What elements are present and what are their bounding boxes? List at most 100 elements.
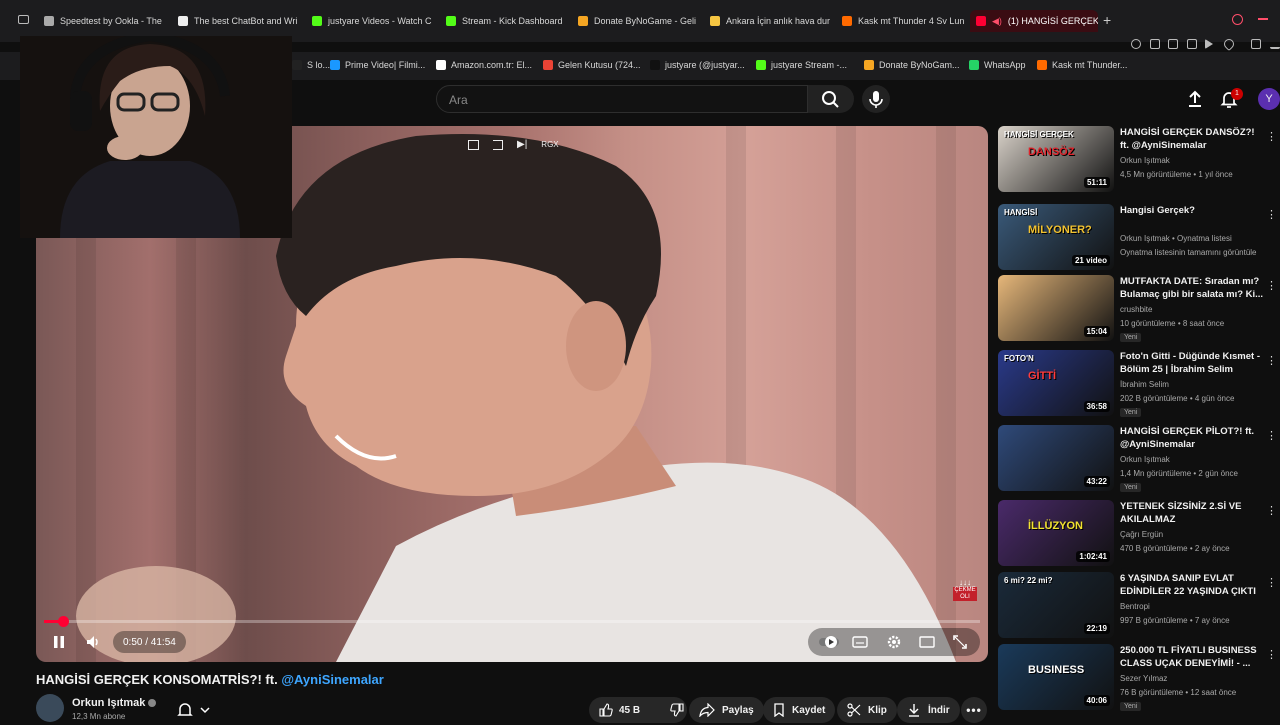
channel-name[interactable]: İbrahim Selim — [1120, 380, 1270, 389]
channel-avatar[interactable] — [36, 694, 64, 722]
search-button[interactable] — [808, 85, 854, 113]
notification-bell-button[interactable] — [176, 700, 214, 720]
video-thumbnail[interactable]: 6 mi? 22 mi? 22:19 — [998, 572, 1114, 638]
bookmark-item[interactable]: justyare (@justyar... — [650, 60, 745, 70]
channel-name[interactable]: Bentropi — [1120, 602, 1270, 611]
search-input[interactable]: Ara — [436, 85, 808, 113]
channel-name[interactable]: crushbite — [1120, 305, 1270, 314]
extension-icon-3[interactable] — [1168, 39, 1178, 49]
download-extension-icon[interactable] — [1270, 39, 1280, 49]
video-thumbnail[interactable]: HANGİSİ MİLYONER? 21 video — [998, 204, 1114, 270]
volume-button[interactable] — [82, 632, 104, 652]
video-thumbnail[interactable]: İLLÜZYON 1:02:41 — [998, 500, 1114, 566]
video-title[interactable]: Foto'n Gitti - Düğünde Kısmet - Bölüm 25… — [1120, 350, 1266, 376]
recommended-video[interactable]: 15:04 MUTFAKTA DATE: Sıradan mı? Bulamaç… — [998, 275, 1280, 345]
voice-search-button[interactable] — [862, 85, 890, 113]
play-extension-icon[interactable] — [1205, 39, 1213, 49]
channel-name[interactable]: Çağrı Ergün — [1120, 530, 1270, 539]
more-vertical-icon[interactable]: ⋮ — [1266, 130, 1277, 144]
bookmark-favicon-icon — [436, 60, 446, 70]
browser-tab[interactable]: The best ChatBot and Wri — [178, 10, 302, 32]
browser-tab[interactable]: Ankara İçin anlık hava dur — [710, 10, 834, 32]
theater-mode-button[interactable] — [917, 632, 937, 652]
video-title[interactable]: Hangisi Gerçek? — [1120, 204, 1266, 217]
bookmark-item[interactable]: S lo... — [292, 60, 330, 70]
more-vertical-icon[interactable]: ⋮ — [1266, 648, 1277, 662]
video-thumbnail[interactable]: BUSINESS 40:06 — [998, 644, 1114, 710]
video-thumbnail[interactable]: 15:04 — [998, 275, 1114, 341]
more-vertical-icon[interactable]: ⋮ — [1266, 354, 1277, 368]
video-thumbnail[interactable]: HANGİSİ GERÇEK DANSÖZ 51:11 — [998, 126, 1114, 192]
channel-name[interactable]: Orkun Işıtmak — [72, 697, 157, 709]
more-actions-button[interactable]: ••• — [961, 697, 987, 723]
video-title[interactable]: 250.000 TL FİYATLI BUSINESS CLASS UÇAK D… — [1120, 644, 1266, 670]
search-tabs-icon[interactable] — [1232, 14, 1243, 25]
channel-name[interactable]: Sezer Yılmaz — [1120, 674, 1270, 683]
extension-icon-1[interactable] — [1131, 39, 1141, 49]
autoplay-toggle[interactable] — [818, 632, 842, 652]
more-vertical-icon[interactable]: ⋮ — [1266, 279, 1277, 293]
new-tab-button[interactable]: + — [1103, 12, 1111, 28]
rgx-label[interactable]: RGX — [541, 140, 558, 149]
bookmark-item[interactable]: Kask mt Thunder... — [1037, 60, 1127, 70]
channel-name[interactable]: Orkun Işıtmak — [1120, 156, 1270, 165]
bookmark-item[interactable]: Donate ByNoGam... — [864, 60, 960, 70]
profile-extension-icon[interactable] — [1251, 39, 1261, 49]
recommended-video[interactable]: 43:22 HANGİSİ GERÇEK PİLOT?! ft. @AyniSi… — [998, 425, 1280, 495]
bookmark-item[interactable]: Gelen Kutusu (724... — [543, 60, 641, 70]
subtitles-button[interactable] — [850, 632, 870, 652]
video-thumbnail[interactable]: 43:22 — [998, 425, 1114, 491]
video-thumbnail[interactable]: FOTO'N GİTTİ 36:58 — [998, 350, 1114, 416]
recommended-video[interactable]: FOTO'N GİTTİ 36:58 Foto'n Gitti - Düğünd… — [998, 350, 1280, 420]
settings-button[interactable] — [884, 632, 904, 652]
recommended-video[interactable]: HANGİSİ GERÇEK DANSÖZ 51:11 HANGİSİ GERÇ… — [998, 126, 1280, 196]
extension-icon-2[interactable] — [1150, 39, 1160, 49]
progress-scrubber[interactable] — [57, 616, 69, 627]
miniplayer-icon[interactable] — [468, 139, 479, 150]
channel-name[interactable]: Orkun Işıtmak — [1120, 455, 1270, 464]
fullscreen-button[interactable] — [950, 632, 970, 652]
browser-tab[interactable]: Stream - Kick Dashboard — [446, 10, 570, 32]
bookmark-item[interactable]: WhatsApp — [969, 60, 1026, 70]
bookmark-item[interactable]: Prime Video| Filmi... — [330, 60, 425, 70]
more-vertical-icon[interactable]: ⋮ — [1266, 576, 1277, 590]
tab-active[interactable]: ◀) (1) HANGİSİ GERÇEK K — [970, 10, 1098, 32]
pause-button[interactable] — [48, 632, 70, 652]
next-icon[interactable]: ▶| — [517, 139, 527, 150]
recommended-video[interactable]: BUSINESS 40:06 250.000 TL FİYATLI BUSINE… — [998, 644, 1280, 714]
save-button[interactable]: Kaydet — [763, 697, 836, 723]
upload-icon[interactable] — [1185, 89, 1205, 109]
video-title[interactable]: 6 YAŞINDA SANIP EVLAT EDİNDİLER 22 YAŞIN… — [1120, 572, 1266, 598]
window-minimize-icon[interactable] — [1258, 18, 1268, 20]
progress-bar[interactable] — [44, 616, 980, 627]
video-title[interactable]: YETENEK SİZSİNİZ 2.Sİ VE AKILALMAZ SİHİR… — [1120, 500, 1266, 527]
more-vertical-icon[interactable]: ⋮ — [1266, 208, 1277, 222]
browser-tab[interactable]: Donate ByNoGame - Geli — [578, 10, 702, 32]
recommended-video[interactable]: İLLÜZYON 1:02:41 YETENEK SİZSİNİZ 2.Sİ V… — [998, 500, 1280, 570]
dislike-button[interactable] — [662, 703, 692, 717]
video-title[interactable]: HANGİSİ GERÇEK DANSÖZ?! ft. @AyniSinemal… — [1120, 126, 1266, 152]
speaker-icon[interactable]: ◀) — [992, 16, 1002, 27]
clip-button[interactable]: Klip — [837, 697, 897, 723]
recommended-video[interactable]: HANGİSİ MİLYONER? 21 video Hangisi Gerçe… — [998, 204, 1280, 274]
window-menu-icon[interactable] — [18, 15, 29, 24]
account-avatar[interactable]: Y — [1258, 88, 1280, 110]
like-button[interactable]: 45 B — [589, 703, 648, 717]
bookmark-item[interactable]: Amazon.com.tr: El... — [436, 60, 532, 70]
bookmark-item[interactable]: justyare Stream -... — [756, 60, 847, 70]
more-vertical-icon[interactable]: ⋮ — [1266, 504, 1277, 518]
download-button[interactable]: İndir — [897, 697, 960, 723]
browser-tab[interactable]: Kask mt Thunder 4 Sv Lun — [842, 10, 966, 32]
more-vertical-icon[interactable]: ⋮ — [1266, 429, 1277, 443]
webcam-person — [20, 36, 292, 238]
recommended-video[interactable]: 6 mi? 22 mi? 22:19 6 YAŞINDA SANIP EVLAT… — [998, 572, 1280, 642]
channel-name[interactable]: Orkun Işıtmak • Oynatma listesi — [1120, 234, 1270, 243]
video-title[interactable]: HANGİSİ GERÇEK PİLOT?! ft. @AyniSinemala… — [1120, 425, 1266, 451]
exit-icon[interactable] — [493, 139, 503, 150]
title-mention-link[interactable]: @AyniSinemalar — [281, 672, 384, 687]
share-button[interactable]: Paylaş — [689, 697, 764, 723]
browser-tab[interactable]: Speedtest by Ookla - The — [44, 10, 168, 32]
extension-icon-4[interactable] — [1187, 39, 1197, 49]
video-title[interactable]: MUTFAKTA DATE: Sıradan mı? Bulamaç gibi … — [1120, 275, 1266, 301]
browser-tab[interactable]: justyare Videos - Watch C — [312, 10, 436, 32]
